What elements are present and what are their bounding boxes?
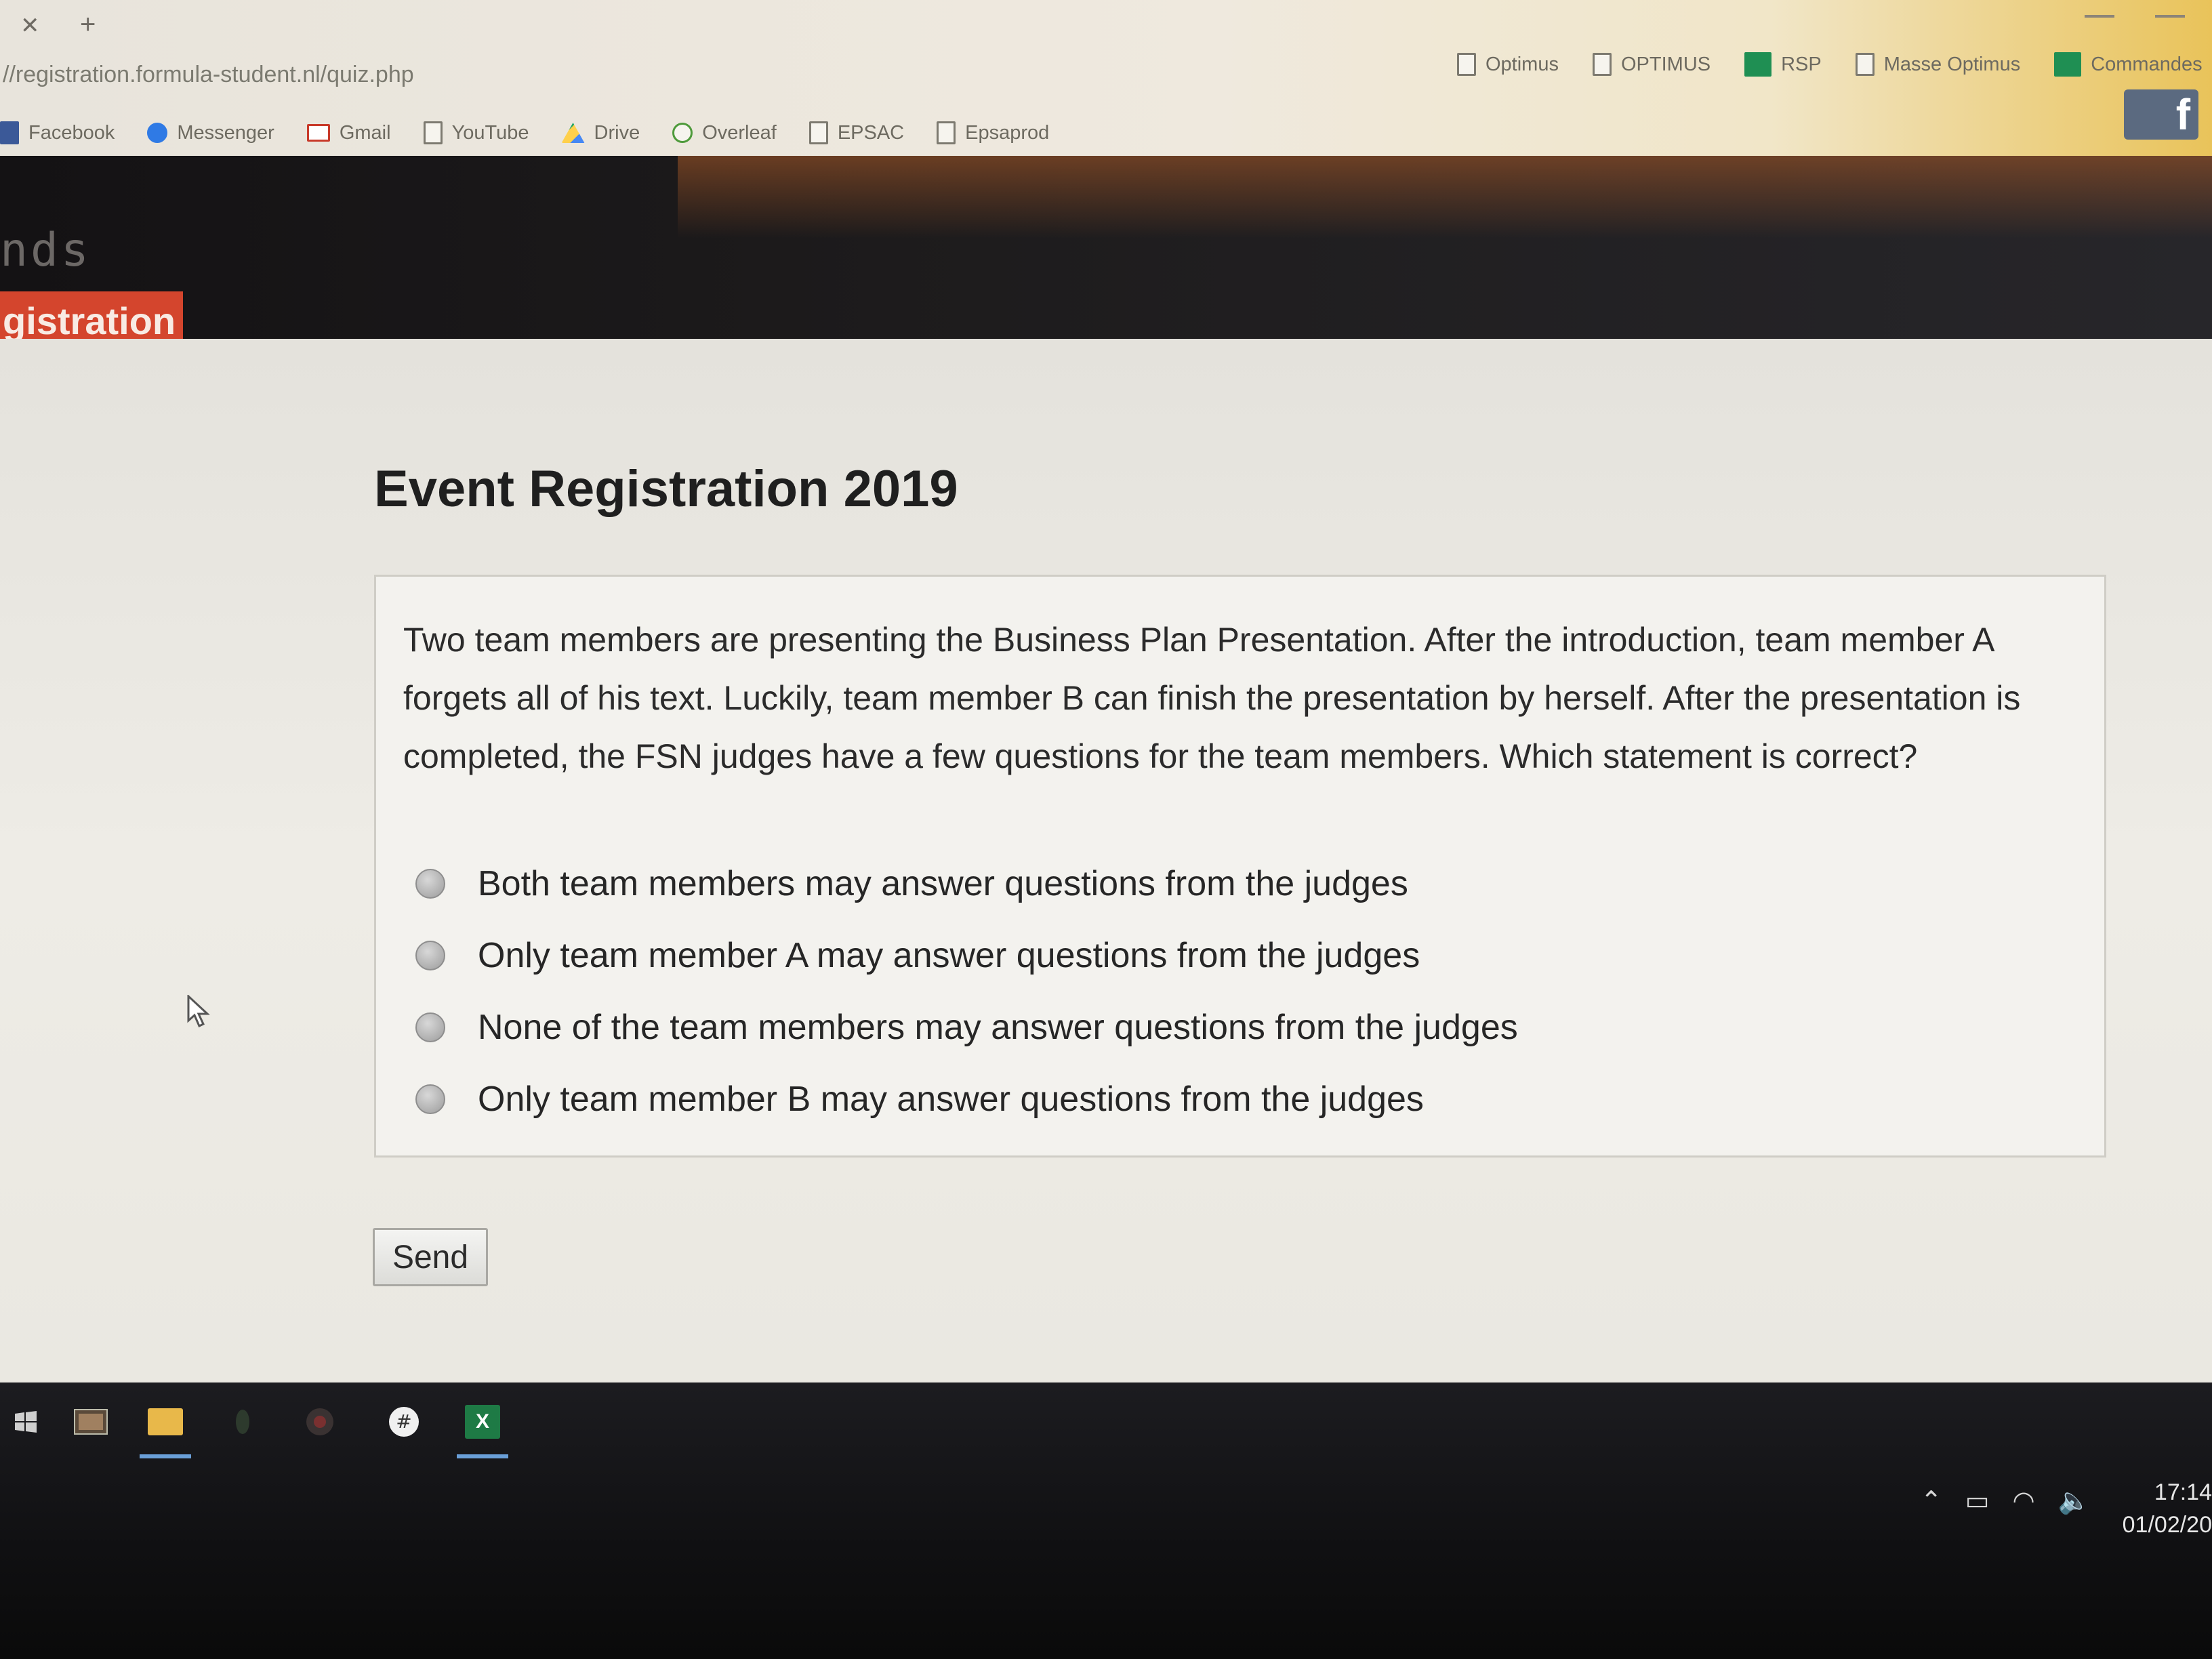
bookmark-label: Overleaf — [702, 121, 777, 144]
radio-button[interactable] — [415, 941, 445, 970]
bookmark-messenger[interactable]: Messenger — [147, 122, 274, 144]
sheet-icon — [1744, 52, 1772, 77]
overleaf-icon — [672, 123, 693, 143]
mouse-cursor-icon — [187, 995, 210, 1027]
maximize-icon[interactable] — [2155, 0, 2185, 18]
answer-label[interactable]: None of the team members may answer ques… — [478, 1007, 1518, 1048]
page-icon — [423, 121, 443, 144]
site-header: nds gistration — [0, 156, 2212, 351]
answer-label[interactable]: Only team member A may answer questions … — [478, 935, 1420, 976]
browser-chrome: ✕ + //registration.formula-student.nl/qu… — [0, 0, 2212, 157]
excel-icon[interactable]: X — [457, 1395, 508, 1458]
question-text: Two team members are presenting the Busi… — [403, 621, 2021, 775]
svg-text:#: # — [396, 1410, 411, 1433]
bookmark-label: YouTube — [451, 121, 529, 144]
bookmark-epsaprod[interactable]: Epsaprod — [937, 121, 1049, 144]
bookmark-label: Messenger — [177, 121, 274, 144]
page-icon — [808, 121, 828, 144]
bookmark-epsac[interactable]: EPSAC — [808, 121, 905, 144]
system-tray: ⌃ ▭ ◠ 🔈 — [1921, 1486, 2090, 1516]
taskbar: # X ⌃ ▭ ◠ 🔈 17:14 01/02/20 — [0, 1382, 2212, 1659]
bookmark-label: OPTIMUS — [1620, 53, 1711, 75]
clock-date: 01/02/20 — [2122, 1512, 2212, 1538]
page-icon — [937, 121, 956, 144]
sheet-icon — [2054, 52, 2082, 77]
send-button[interactable]: Send — [373, 1228, 488, 1286]
page-title: Event Registration 2019 — [374, 460, 958, 518]
start-icon[interactable] — [0, 1395, 52, 1449]
bookmarks-bar-right: Optimus OPTIMUS RSP Masse Optimus Comman… — [1457, 47, 2212, 81]
slack-icon[interactable]: # — [378, 1395, 430, 1449]
address-bar[interactable]: //registration.formula-student.nl/quiz.p… — [0, 57, 951, 92]
bookmark-gmail[interactable]: Gmail — [306, 121, 391, 144]
messenger-icon — [147, 123, 168, 143]
radio-button[interactable] — [415, 1084, 445, 1114]
site-brand[interactable]: nds — [0, 224, 91, 277]
volume-icon[interactable]: 🔈 — [2058, 1486, 2090, 1516]
bookmarks-bar: Facebook Messenger Gmail YouTube Drive O… — [0, 115, 1049, 150]
bookmark-facebook[interactable]: Facebook — [0, 121, 115, 144]
page-icon — [1592, 53, 1612, 76]
facebook-icon — [0, 121, 19, 144]
answer-label[interactable]: Both team members may answer questions f… — [478, 863, 1408, 904]
bookmark-label: Commandes — [2091, 53, 2203, 75]
chevron-up-icon[interactable]: ⌃ — [1921, 1486, 1942, 1516]
page-icon — [1855, 53, 1875, 76]
radio-button[interactable] — [415, 1012, 445, 1042]
bookmark-label: RSP — [1781, 53, 1822, 75]
camera-icon[interactable] — [294, 1395, 346, 1449]
clock-time: 17:14 — [2154, 1479, 2212, 1505]
radio-button[interactable] — [415, 869, 445, 899]
file-explorer-icon[interactable] — [140, 1395, 191, 1458]
bookmark-masse-optimus[interactable]: Masse Optimus — [1855, 53, 2021, 76]
window-controls — [2085, 0, 2185, 18]
gmail-icon — [306, 124, 330, 142]
bookmark-commandes[interactable]: Commandes — [2054, 52, 2203, 77]
answer-label[interactable]: Only team member B may answer questions … — [478, 1079, 1424, 1120]
answer-options: Both team members may answer questions f… — [415, 848, 1518, 1135]
bookmark-label: Gmail — [339, 121, 391, 144]
bookmark-label: Drive — [594, 121, 640, 144]
page-icon — [1457, 53, 1476, 76]
close-tab-icon[interactable]: ✕ — [20, 12, 40, 39]
answer-option[interactable]: Only team member B may answer questions … — [415, 1063, 1518, 1135]
main-content: Event Registration 2019 Two team members… — [0, 339, 2212, 1382]
bookmark-label: Masse Optimus — [1883, 53, 2021, 75]
facebook-extension-icon[interactable]: f — [2124, 89, 2198, 140]
bookmark-overleaf[interactable]: Overleaf — [672, 122, 777, 144]
wifi-icon[interactable]: ◠ — [2013, 1486, 2035, 1516]
bookmark-youtube[interactable]: YouTube — [423, 121, 529, 144]
bookmark-label: EPSAC — [837, 121, 905, 144]
tab-strip: ✕ + — [0, 0, 2212, 47]
bookmark-label: Optimus — [1486, 53, 1559, 75]
bookmark-optimus[interactable]: Optimus — [1457, 53, 1559, 76]
clock[interactable]: 17:14 01/02/20 — [2097, 1476, 2212, 1541]
question-panel: Two team members are presenting the Busi… — [374, 575, 2106, 1158]
bookmark-label: Epsaprod — [965, 121, 1050, 144]
bookmark-optimus-caps[interactable]: OPTIMUS — [1592, 53, 1711, 76]
bookmark-rsp[interactable]: RSP — [1744, 52, 1822, 77]
minimize-icon[interactable] — [2085, 0, 2114, 18]
battery-icon[interactable]: ▭ — [1965, 1486, 1990, 1516]
answer-option[interactable]: Both team members may answer questions f… — [415, 848, 1518, 920]
new-tab-icon[interactable]: + — [80, 9, 96, 40]
bookmark-drive[interactable]: Drive — [561, 121, 640, 144]
film-app-icon[interactable] — [65, 1395, 117, 1449]
app-icon[interactable] — [217, 1395, 268, 1449]
answer-option[interactable]: Only team member A may answer questions … — [415, 920, 1518, 991]
answer-option[interactable]: None of the team members may answer ques… — [415, 991, 1518, 1063]
bookmark-label: Facebook — [28, 121, 115, 144]
drive-icon — [561, 123, 585, 143]
